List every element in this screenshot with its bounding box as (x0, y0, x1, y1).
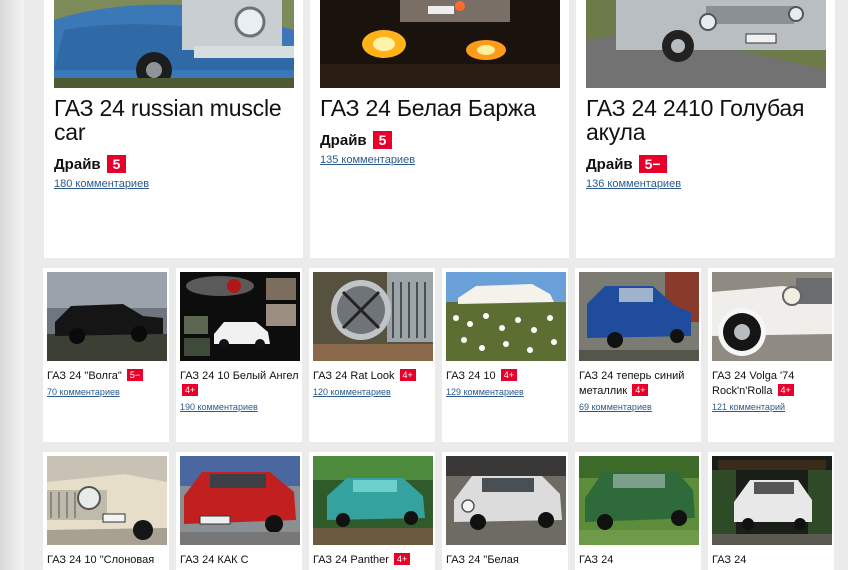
car-photo[interactable] (47, 456, 167, 545)
comments-link[interactable]: 70 комментариев (47, 387, 120, 397)
car-card[interactable]: ГАЗ 24 "Белая (442, 452, 568, 570)
drive-rating: Драйв 5 (54, 155, 127, 173)
car-title[interactable]: ГАЗ 24 10 "Слоновая (47, 553, 169, 568)
car-title-text[interactable]: ГАЗ 24 КАК С (180, 554, 249, 566)
car-card[interactable]: ГАЗ 24 10 Белый Ангел 4+ 190 комментарие… (176, 268, 302, 442)
drive-label: Драйв (320, 131, 367, 149)
car-card[interactable]: ГАЗ 24 КАК С (176, 452, 302, 570)
car-photo[interactable] (712, 272, 832, 361)
drive-label: Драйв (586, 155, 633, 173)
car-title[interactable]: ГАЗ 24 Volga '74 Rock'n'Rolla 4+ (712, 369, 834, 399)
car-title-text[interactable]: ГАЗ 24 (712, 554, 746, 566)
car-photo[interactable] (320, 0, 560, 88)
rating-badge: 5− (638, 155, 667, 173)
car-title-text[interactable]: ГАЗ 24 Rat Look (313, 370, 394, 382)
car-photo[interactable] (579, 456, 699, 545)
car-title-text[interactable]: ГАЗ 24 "Волга" (47, 370, 122, 382)
car-title-text[interactable]: ГАЗ 24 10 "Слоновая (47, 554, 154, 566)
car-card[interactable]: ГАЗ 24 (575, 452, 701, 570)
car-card[interactable]: ГАЗ 24 теперь синий металлик 4+ 69 комме… (575, 268, 701, 442)
car-title-text[interactable]: ГАЗ 24 "Белая (446, 554, 519, 566)
comments-link[interactable]: 129 комментариев (446, 387, 524, 397)
rating-badge: 4+ (182, 384, 199, 396)
rating-badge: 4+ (500, 369, 517, 381)
car-photo[interactable] (446, 272, 566, 361)
comments-link[interactable]: 135 комментариев (320, 154, 415, 166)
comments-link[interactable]: 69 комментариев (579, 402, 652, 412)
car-card[interactable]: ГАЗ 24 (708, 452, 834, 570)
car-title-text[interactable]: ГАЗ 24 Panther (313, 554, 389, 566)
car-card[interactable]: ГАЗ 24 10 "Слоновая (43, 452, 169, 570)
featured-card-1[interactable]: ГАЗ 24 russian muscle car Драйв 5 180 ко… (44, 0, 303, 258)
car-photo[interactable] (313, 272, 433, 361)
car-photo[interactable] (47, 272, 167, 361)
car-title[interactable]: ГАЗ 24 Rat Look 4+ (313, 369, 435, 384)
rating-badge: 5 (106, 155, 127, 173)
car-photo[interactable] (180, 456, 300, 545)
car-title[interactable]: ГАЗ 24 10 Белый Ангел 4+ (180, 369, 302, 399)
comments-link[interactable]: 120 комментариев (313, 387, 391, 397)
car-title[interactable]: ГАЗ 24 "Белая (446, 553, 568, 568)
car-title[interactable]: ГАЗ 24 (579, 553, 701, 568)
car-photo[interactable] (586, 0, 826, 88)
car-photo[interactable] (180, 272, 300, 361)
car-title-text[interactable]: ГАЗ 24 (579, 554, 613, 566)
car-title-text[interactable]: ГАЗ 24 10 (446, 370, 496, 382)
car-card[interactable]: ГАЗ 24 Rat Look 4+ 120 комментариев (309, 268, 435, 442)
car-card[interactable]: ГАЗ 24 10 4+ 129 комментариев (442, 268, 568, 442)
car-title[interactable]: ГАЗ 24 КАК С (180, 553, 302, 568)
car-title-text[interactable]: ГАЗ 24 10 Белый Ангел (180, 370, 299, 382)
drive-rating: Драйв 5 (320, 131, 393, 149)
car-photo[interactable] (54, 0, 294, 88)
left-gutter (0, 0, 24, 570)
rating-badge: 4+ (394, 553, 411, 565)
car-card[interactable]: ГАЗ 24 "Волга" 5− 70 комментариев (43, 268, 169, 442)
car-title[interactable]: ГАЗ 24 теперь синий металлик 4+ (579, 369, 701, 399)
rating-badge: 4+ (632, 384, 649, 396)
featured-card-3[interactable]: ГАЗ 24 2410 Голубая акула Драйв 5− 136 к… (576, 0, 835, 258)
comments-link[interactable]: 190 комментариев (180, 402, 258, 412)
featured-title[interactable]: ГАЗ 24 2410 Голубая акула (586, 96, 831, 144)
featured-card-2[interactable]: ГАЗ 24 Белая Баржа Драйв 5 135 комментар… (310, 0, 569, 258)
rating-badge: 4+ (777, 384, 794, 396)
car-photo[interactable] (446, 456, 566, 545)
rating-badge: 5 (372, 131, 393, 149)
car-title[interactable]: ГАЗ 24 (712, 553, 834, 568)
comments-link[interactable]: 121 комментарий (712, 402, 785, 412)
car-title[interactable]: ГАЗ 24 10 4+ (446, 369, 568, 384)
comments-link[interactable]: 180 комментариев (54, 178, 149, 190)
car-title[interactable]: ГАЗ 24 Panther 4+ (313, 553, 435, 568)
drive-label: Драйв (54, 155, 101, 173)
rating-badge: 5− (126, 369, 144, 381)
car-card[interactable]: ГАЗ 24 Panther 4+ (309, 452, 435, 570)
car-card[interactable]: ГАЗ 24 Volga '74 Rock'n'Rolla 4+ 121 ком… (708, 268, 834, 442)
rating-badge: 4+ (399, 369, 416, 381)
car-photo[interactable] (579, 272, 699, 361)
car-photo[interactable] (313, 456, 433, 545)
car-photo[interactable] (712, 456, 832, 545)
comments-link[interactable]: 136 комментариев (586, 178, 681, 190)
drive-rating: Драйв 5− (586, 155, 667, 173)
featured-title[interactable]: ГАЗ 24 Белая Баржа (320, 96, 565, 120)
car-title[interactable]: ГАЗ 24 "Волга" 5− (47, 369, 169, 384)
featured-title[interactable]: ГАЗ 24 russian muscle car (54, 96, 299, 144)
